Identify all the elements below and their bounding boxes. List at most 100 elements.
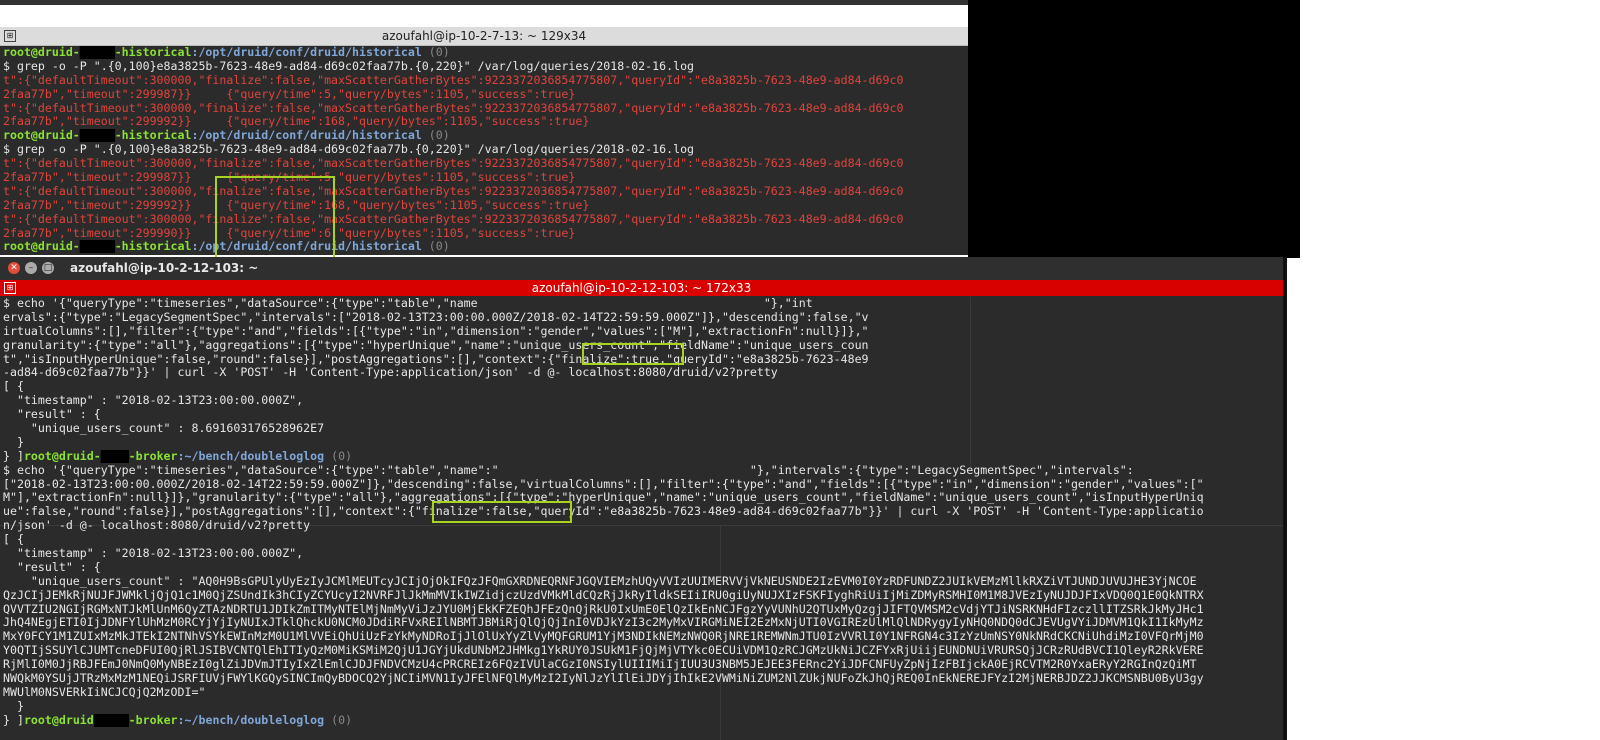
terminal-text: "unique_users_count" : "AQ0H9BsGPUlyUyEz…	[3, 574, 1197, 588]
terminal-line: RjMlI0M0JjRBJFEmJ0NmQ0MyNBEzI0glZiJDVmJT…	[3, 658, 1281, 672]
terminal-text: :~/bench/doubleloglog	[177, 449, 325, 463]
terminal-line: "result" : {	[3, 408, 1281, 422]
terminal-line: MxY0FCY1M1ZUIxMzMkJTEkI2NTNhVSYkEWInMzM0…	[3, 630, 1281, 644]
terminal-window-broker[interactable]: ✕ – □ azoufahl@ip-10-2-12-103: ~ ⊞ azouf…	[0, 257, 1283, 740]
top-desktop-bar	[0, 0, 968, 5]
terminal-line: root@druid-█████-historical:/opt/druid/c…	[3, 129, 965, 143]
terminal-line: n/json' -d @- localhost:8080/druid/v2?pr…	[3, 519, 1281, 533]
terminal-text: "timestamp" : "2018-02-13T23:00:00.000Z"…	[3, 547, 304, 561]
terminal-text: } ]	[3, 713, 24, 727]
terminal-menu-icon[interactable]: ⊞	[4, 30, 16, 42]
terminal-line: 2faa77b","timeout":299987}} {"query/time…	[3, 88, 965, 102]
terminal-text: t":{"defaultTimeout":300000,"finalize":f…	[3, 212, 904, 226]
terminal-line: ervals":{"type":"LegacySegmentSpec","int…	[3, 311, 1281, 325]
terminal-line: t":{"defaultTimeout":300000,"finalize":f…	[3, 185, 965, 199]
redacted-text: -████	[93, 713, 129, 727]
terminal-line: "unique_users_count" : "AQ0H9BsGPUlyUyEz…	[3, 575, 1281, 589]
minimize-icon[interactable]: –	[25, 262, 37, 274]
terminal-line: } ]root@druid-████-broker:~/bench/double…	[3, 713, 1281, 728]
terminal-text: t":{"defaultTimeout":300000,"finalize":f…	[3, 184, 904, 198]
terminal-text: 2faa77b","timeout":299992}} {"query/time…	[3, 115, 590, 129]
terminal-text: QzJCIjJEMkRjNUJFJWMkljQjQ1c1M0QjZSUndIk3…	[3, 588, 1204, 602]
terminal-line: t":{"defaultTimeout":300000,"finalize":f…	[3, 157, 965, 171]
terminal-line: }	[3, 700, 1281, 714]
window-title-bar[interactable]: ⊞ azoufahl@ip-10-2-12-103: ~ 172x33	[0, 280, 1283, 296]
terminal-text: :/opt/druid/conf/druid/historical	[191, 46, 422, 59]
redacted-text: █████	[79, 46, 115, 59]
redacted-text: █████	[79, 129, 115, 143]
terminal-output[interactable]: root@druid-█████-historical:/opt/druid/c…	[3, 46, 965, 255]
terminal-line: "result" : {	[3, 561, 1281, 575]
terminal-line: QVVTZIU2NGIjRGMxNTJkMlUnM6QyZTAzNDRTU1JD…	[3, 603, 1281, 617]
terminal-text: "unique_users_count" : 8.691603176528962…	[3, 422, 325, 436]
terminal-text: -broker	[128, 449, 178, 463]
terminal-text: 2faa77b","timeout":299987}} {"query/time…	[3, 87, 576, 101]
terminal-window-historical[interactable]: ⊞ azoufahl@ip-10-2-7-13: ~ 129x34 root@d…	[0, 27, 968, 276]
terminal-line: 2faa77b","timeout":299987}} {"query/time…	[3, 171, 965, 185]
highlight-box-finalize-false	[432, 501, 572, 523]
terminal-menu-icon[interactable]: ⊞	[4, 282, 16, 294]
terminal-text: root@druid	[23, 713, 94, 727]
terminal-text: -historical	[114, 240, 192, 254]
terminal-text: (0)	[421, 240, 450, 254]
terminal-text: root@druid-	[3, 129, 80, 143]
maximize-icon[interactable]: □	[42, 262, 54, 274]
redacted-text: █████	[79, 240, 115, 254]
terminal-text: root@druid-	[23, 449, 101, 463]
terminal-line: $ echo '{"queryType":"timeseries","dataS…	[3, 297, 1281, 311]
highlight-box-finalize-true	[582, 343, 684, 365]
window-header[interactable]: ✕ – □ azoufahl@ip-10-2-12-103: ~	[0, 257, 1283, 280]
terminal-text: MxY0FCY1M1ZUIxMzMkJTEkI2NTNhVSYkEWInMzM0…	[3, 630, 1204, 644]
terminal-text: [ {	[3, 533, 24, 547]
terminal-text: MWUlM0NSVERkIiNCJCQjQ2MzODI="	[3, 685, 206, 699]
window-header-title: azoufahl@ip-10-2-12-103: ~	[70, 261, 259, 275]
terminal-text: QVVTZIU2NGIjRGMxNTJkMlUnM6QyZTAzNDRTU1JD…	[3, 602, 1204, 616]
terminal-line: ["2018-02-13T23:00:00.000Z/2018-02-14T22…	[3, 478, 1281, 492]
terminal-text: M"],"extractionFn":null}]},"granularity"…	[3, 491, 1204, 505]
terminal-text: ue":false,"round":false}],"postAggregati…	[3, 505, 1204, 519]
terminal-line: irtualColumns":[],"filter":{"type":"and"…	[3, 325, 1281, 339]
window-title: azoufahl@ip-10-2-7-13: ~ 129x34	[381, 29, 587, 43]
terminal-line: 2faa77b","timeout":299992}} {"query/time…	[3, 199, 965, 213]
terminal-line: -ad84-d69c02faa77b"}}' | curl -X 'POST' …	[3, 366, 1281, 380]
terminal-text: } ]	[3, 449, 24, 463]
terminal-text: :/opt/druid/conf/druid/historical	[191, 129, 422, 143]
terminal-line: ue":false,"round":false}],"postAggregati…	[3, 505, 1281, 519]
terminal-text: (0)	[421, 46, 450, 59]
terminal-text: (0)	[421, 129, 450, 143]
terminal-text: t":{"defaultTimeout":300000,"finalize":f…	[3, 73, 904, 87]
terminal-line: NWQkM0YSUjJTRzMxMzM1NEQiJSRFIUVjFWYlKGQy…	[3, 672, 1281, 686]
terminal-text: $ echo '{"queryType":"timeseries","dataS…	[3, 297, 813, 310]
terminal-text: root@druid-	[3, 46, 80, 59]
terminal-line: $ echo '{"queryType":"timeseries","dataS…	[3, 464, 1281, 478]
window-title-bar[interactable]: ⊞ azoufahl@ip-10-2-7-13: ~ 129x34	[0, 27, 968, 46]
terminal-line: Y0QTIjSSUYlCJUMTcneDFUI0QjRlJSIBVCNTQlEh…	[3, 644, 1281, 658]
terminal-text: }	[3, 699, 24, 713]
terminal-text: Y0QTIjSSUYlCJUMTcneDFUI0QjRlJSIBVCNTQlEh…	[3, 644, 1204, 658]
terminal-text: -historical	[114, 129, 192, 143]
terminal-line: } ]root@druid-████-broker:~/bench/double…	[3, 449, 1281, 464]
window-title: azoufahl@ip-10-2-12-103: ~ 172x33	[531, 281, 752, 295]
background-terminal-panel	[968, 0, 1300, 258]
terminal-text: (0)	[324, 449, 353, 463]
terminal-text: JhQ4NEgjETI0IjJDNFYlUhMzM0RCYjYjIyNUIxJT…	[3, 616, 1204, 630]
terminal-text: t":{"defaultTimeout":300000,"finalize":f…	[3, 157, 904, 171]
terminal-text: -historical	[114, 46, 192, 59]
terminal-line: [ {	[3, 380, 1281, 394]
terminal-text: -broker	[128, 713, 178, 727]
terminal-line: 2faa77b","timeout":299990}} {"query/time…	[3, 227, 965, 241]
terminal-line: t":{"defaultTimeout":300000,"finalize":f…	[3, 74, 965, 88]
terminal-text: [ {	[3, 380, 24, 394]
terminal-line: "timestamp" : "2018-02-13T23:00:00.000Z"…	[3, 547, 1281, 561]
terminal-line: root@druid-█████-historical:/opt/druid/c…	[3, 46, 965, 60]
terminal-line: [ {	[3, 533, 1281, 547]
terminal-text: ervals":{"type":"LegacySegmentSpec","int…	[3, 310, 869, 324]
terminal-line: root@druid-█████-historical:/opt/druid/c…	[3, 240, 965, 254]
terminal-text: "result" : {	[3, 408, 101, 422]
terminal-line: t":{"defaultTimeout":300000,"finalize":f…	[3, 213, 965, 227]
terminal-line: t":{"defaultTimeout":300000,"finalize":f…	[3, 102, 965, 116]
terminal-line: $ grep -o -P ".{0,100}e8a3825b-7623-48e9…	[3, 143, 965, 157]
terminal-text: NWQkM0YSUjJTRzMxMzM1NEQiJSRFIUVjFWYlKGQy…	[3, 672, 1204, 686]
close-icon[interactable]: ✕	[8, 262, 20, 274]
terminal-text: (0)	[324, 713, 353, 727]
